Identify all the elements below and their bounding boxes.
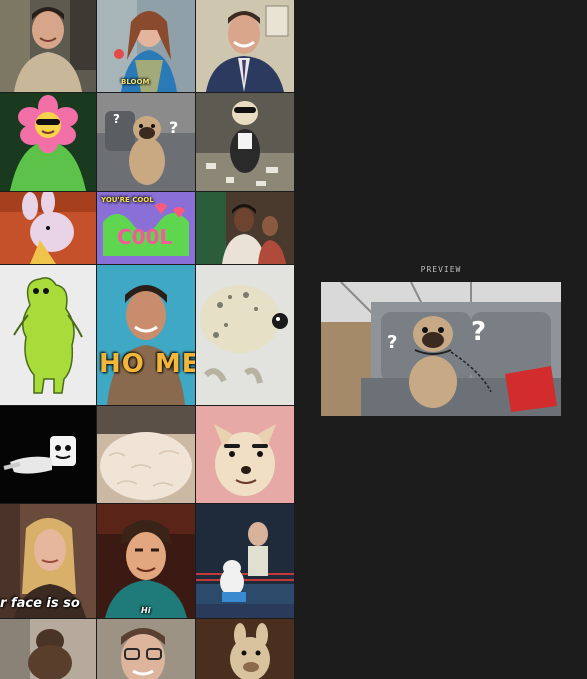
gif-tile-youre-cool[interactable]: C00L YOU'RE COOL <box>97 192 195 264</box>
gif-tile-gecko[interactable] <box>196 265 294 405</box>
gif-tile-cartoon-bunny[interactable] <box>0 192 96 264</box>
gif-tile-wrestling-dog[interactable] <box>196 504 294 618</box>
gif-tile-hair-bun[interactable] <box>0 619 96 679</box>
gif-tile-women-celebrating[interactable] <box>196 192 294 264</box>
preview-image: ? ? <box>321 282 561 416</box>
tile-caption: YOU'RE COOL <box>101 196 154 204</box>
gif-tile-fluffy-cat[interactable] <box>97 406 195 503</box>
gif-tile-dog-sunglasses[interactable] <box>196 93 294 191</box>
svg-text:?: ? <box>387 332 397 353</box>
tile-caption: r face is so <box>0 596 80 611</box>
gif-tile-woman-wine[interactable]: BLOOM <box>97 0 195 92</box>
tile-caption: HO ME <box>99 349 195 379</box>
gif-tile-man-smiling[interactable] <box>0 0 96 92</box>
gif-tile-man-glasses[interactable] <box>97 619 195 679</box>
gif-tile-pink-flower[interactable] <box>0 93 96 191</box>
svg-text:?: ? <box>471 317 486 347</box>
gif-tile-marshmello[interactable] <box>0 406 96 503</box>
gif-tile-green-blob[interactable] <box>0 265 96 405</box>
svg-text:C00L: C00L <box>117 225 173 249</box>
gif-tile-pug-question[interactable]: ? ? <box>97 93 195 191</box>
gif-tile-man-suit-grin[interactable] <box>196 0 294 92</box>
gif-tile-woman-face[interactable]: r face is so <box>0 504 96 618</box>
gif-tile-cartoon-hi[interactable]: Hi <box>97 504 195 618</box>
gif-tile-man-home[interactable]: HO ME <box>97 265 195 405</box>
gif-tile-alpaca[interactable] <box>196 619 294 679</box>
svg-text:?: ? <box>169 118 178 137</box>
gif-tile-chihuahua-eyebrows[interactable] <box>196 406 294 503</box>
tile-caption: BLOOM <box>121 78 150 86</box>
tile-caption: Hi <box>141 606 151 615</box>
svg-text:?: ? <box>113 112 120 126</box>
preview-label: PREVIEW <box>420 265 462 274</box>
gif-grid: BLOOM ? ? C00L YOU'RE COOL HO ME r face … <box>0 0 294 679</box>
